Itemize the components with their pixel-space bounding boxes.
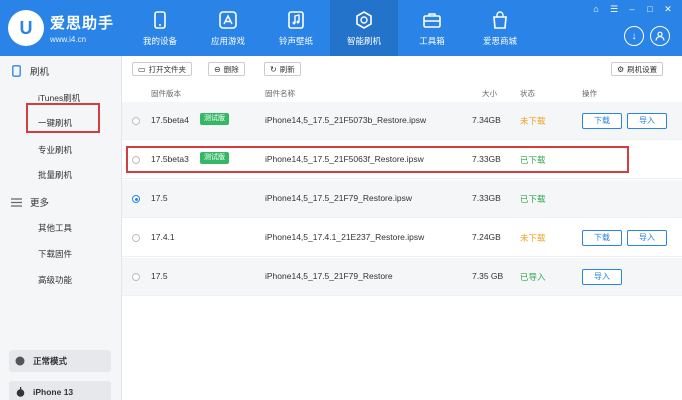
app-url: www.i4.cn <box>50 35 87 44</box>
nav-ringtones-wallpapers[interactable]: 铃声壁纸 <box>262 0 330 56</box>
row-size: 7.34GB <box>472 115 501 125</box>
row-size: 7.24GB <box>472 232 501 242</box>
main-panel: ▭ 打开文件夹 ⊖ 删除 ↻ 刷新 ⚙ 刷机设置 固件版本 固件名称 大小 状态… <box>122 56 682 400</box>
maximize-icon[interactable]: □ <box>644 4 656 14</box>
sidebar: 刷机 iTunes刷机 一键刷机 专业刷机 批量刷机 更多 其他工具 下载固件 … <box>0 56 122 400</box>
table-header: 固件版本 固件名称 大小 状态 操作 <box>122 86 682 100</box>
device-mode: 正常模式 <box>9 350 111 372</box>
gear-icon: ⚙ <box>617 64 625 74</box>
toolbox-icon <box>422 10 442 30</box>
col-name: 固件名称 <box>265 89 295 98</box>
refresh-button[interactable]: ↻ 刷新 <box>264 62 301 76</box>
row-radio[interactable] <box>132 234 140 242</box>
download-button[interactable]: 下载 <box>582 230 622 246</box>
user-icon[interactable] <box>650 26 670 46</box>
toolbar: ▭ 打开文件夹 ⊖ 删除 ↻ 刷新 ⚙ 刷机设置 <box>122 56 682 82</box>
row-version: 17.5 <box>151 271 168 281</box>
row-status: 已下载 <box>520 194 546 204</box>
sidebar-item-download-firmware[interactable]: 下载固件 <box>38 248 72 260</box>
sidebar-item-other-tools[interactable]: 其他工具 <box>38 222 72 234</box>
row-status: 未下载 <box>520 116 546 126</box>
apple-icon <box>15 387 25 397</box>
sidebar-section-more: 更多 <box>10 195 49 209</box>
beta-badge: 测试版 <box>200 113 229 125</box>
phone-icon <box>150 10 170 30</box>
folder-icon: ▭ <box>138 64 146 74</box>
mode-dot-icon <box>15 356 25 366</box>
nav-smart-flash[interactable]: 智能刷机 <box>330 0 398 56</box>
flash-settings-button[interactable]: ⚙ 刷机设置 <box>611 62 664 76</box>
row-version: 17.5beta4 <box>151 115 189 125</box>
nav-my-device[interactable]: 我的设备 <box>126 0 194 56</box>
row-firmware-name: iPhone14,5_17.5_21F5073b_Restore.ipsw <box>265 115 427 125</box>
sidebar-item-batch-flash[interactable]: 批量刷机 <box>38 169 72 181</box>
col-size: 大小 <box>482 89 497 98</box>
shop-icon <box>490 10 510 30</box>
sidebar-item-advanced[interactable]: 高级功能 <box>38 274 72 286</box>
close-icon[interactable]: ✕ <box>662 4 674 14</box>
row-firmware-name: iPhone14,5_17.4.1_21E237_Restore.ipsw <box>265 232 425 242</box>
row-firmware-name: iPhone14,5_17.5_21F79_Restore <box>265 271 393 281</box>
menu-icon[interactable]: ☰ <box>608 4 620 14</box>
refresh-icon: ↻ <box>270 64 277 74</box>
download-icon[interactable]: ↓ <box>624 26 644 46</box>
logo-icon: U <box>8 10 44 46</box>
sidebar-item-pro-flash[interactable]: 专业刷机 <box>38 144 72 156</box>
highlight-box <box>126 146 629 173</box>
row-version: 17.5 <box>151 193 168 203</box>
nav-toolbox[interactable]: 工具箱 <box>398 0 466 56</box>
row-radio[interactable] <box>132 117 140 125</box>
row-radio[interactable] <box>132 195 140 203</box>
row-size: 7.35 GB <box>472 271 504 281</box>
app-header: U 爱思助手 www.i4.cn 我的设备 应用游戏 铃声壁纸 智能刷机 工具箱… <box>0 0 682 56</box>
music-icon <box>286 10 306 30</box>
sidebar-section-flash: 刷机 <box>10 64 49 78</box>
import-button[interactable]: 导入 <box>582 269 622 285</box>
table-row[interactable]: 17.4.1 iPhone14,5_17.4.1_21E237_Restore.… <box>122 219 682 257</box>
col-action: 操作 <box>582 89 597 98</box>
col-status: 状态 <box>520 89 535 98</box>
import-button[interactable]: 导入 <box>627 230 667 246</box>
menu-icon <box>10 196 22 208</box>
nav-apps-games[interactable]: 应用游戏 <box>194 0 262 56</box>
shirt-icon[interactable]: ⌂ <box>590 4 602 14</box>
table-row[interactable]: 17.5 iPhone14,5_17.5_21F79_Restore 7.35 … <box>122 258 682 296</box>
highlight-box <box>26 103 100 133</box>
main-nav: 我的设备 应用游戏 铃声壁纸 智能刷机 工具箱 爱思商城 <box>126 0 534 56</box>
delete-icon: ⊖ <box>214 64 221 74</box>
import-button[interactable]: 导入 <box>627 113 667 129</box>
row-version: 17.4.1 <box>151 232 175 242</box>
col-version: 固件版本 <box>151 89 181 98</box>
minimize-icon[interactable]: – <box>626 4 638 14</box>
row-status: 未下载 <box>520 233 546 243</box>
device-name[interactable]: iPhone 13 <box>9 381 111 400</box>
row-radio[interactable] <box>132 273 140 281</box>
app-title: 爱思助手 <box>50 15 115 32</box>
row-status: 已导入 <box>520 272 546 282</box>
app-logo: U 爱思助手 www.i4.cn <box>8 10 114 46</box>
apps-icon <box>218 10 238 30</box>
row-firmware-name: iPhone14,5_17.5_21F79_Restore.ipsw <box>265 193 412 203</box>
table-row[interactable]: 17.5beta4 测试版 iPhone14,5_17.5_21F5073b_R… <box>122 102 682 140</box>
phone-icon <box>10 65 22 77</box>
delete-button[interactable]: ⊖ 删除 <box>208 62 245 76</box>
window-controls: ⌂ ☰ – □ ✕ <box>590 4 674 14</box>
row-size: 7.33GB <box>472 193 501 203</box>
open-folder-button[interactable]: ▭ 打开文件夹 <box>132 62 193 76</box>
table-row[interactable]: 17.5 iPhone14,5_17.5_21F79_Restore.ipsw … <box>122 180 682 218</box>
nav-i4-shop[interactable]: 爱思商城 <box>466 0 534 56</box>
download-button[interactable]: 下载 <box>582 113 622 129</box>
flash-icon <box>354 10 374 30</box>
